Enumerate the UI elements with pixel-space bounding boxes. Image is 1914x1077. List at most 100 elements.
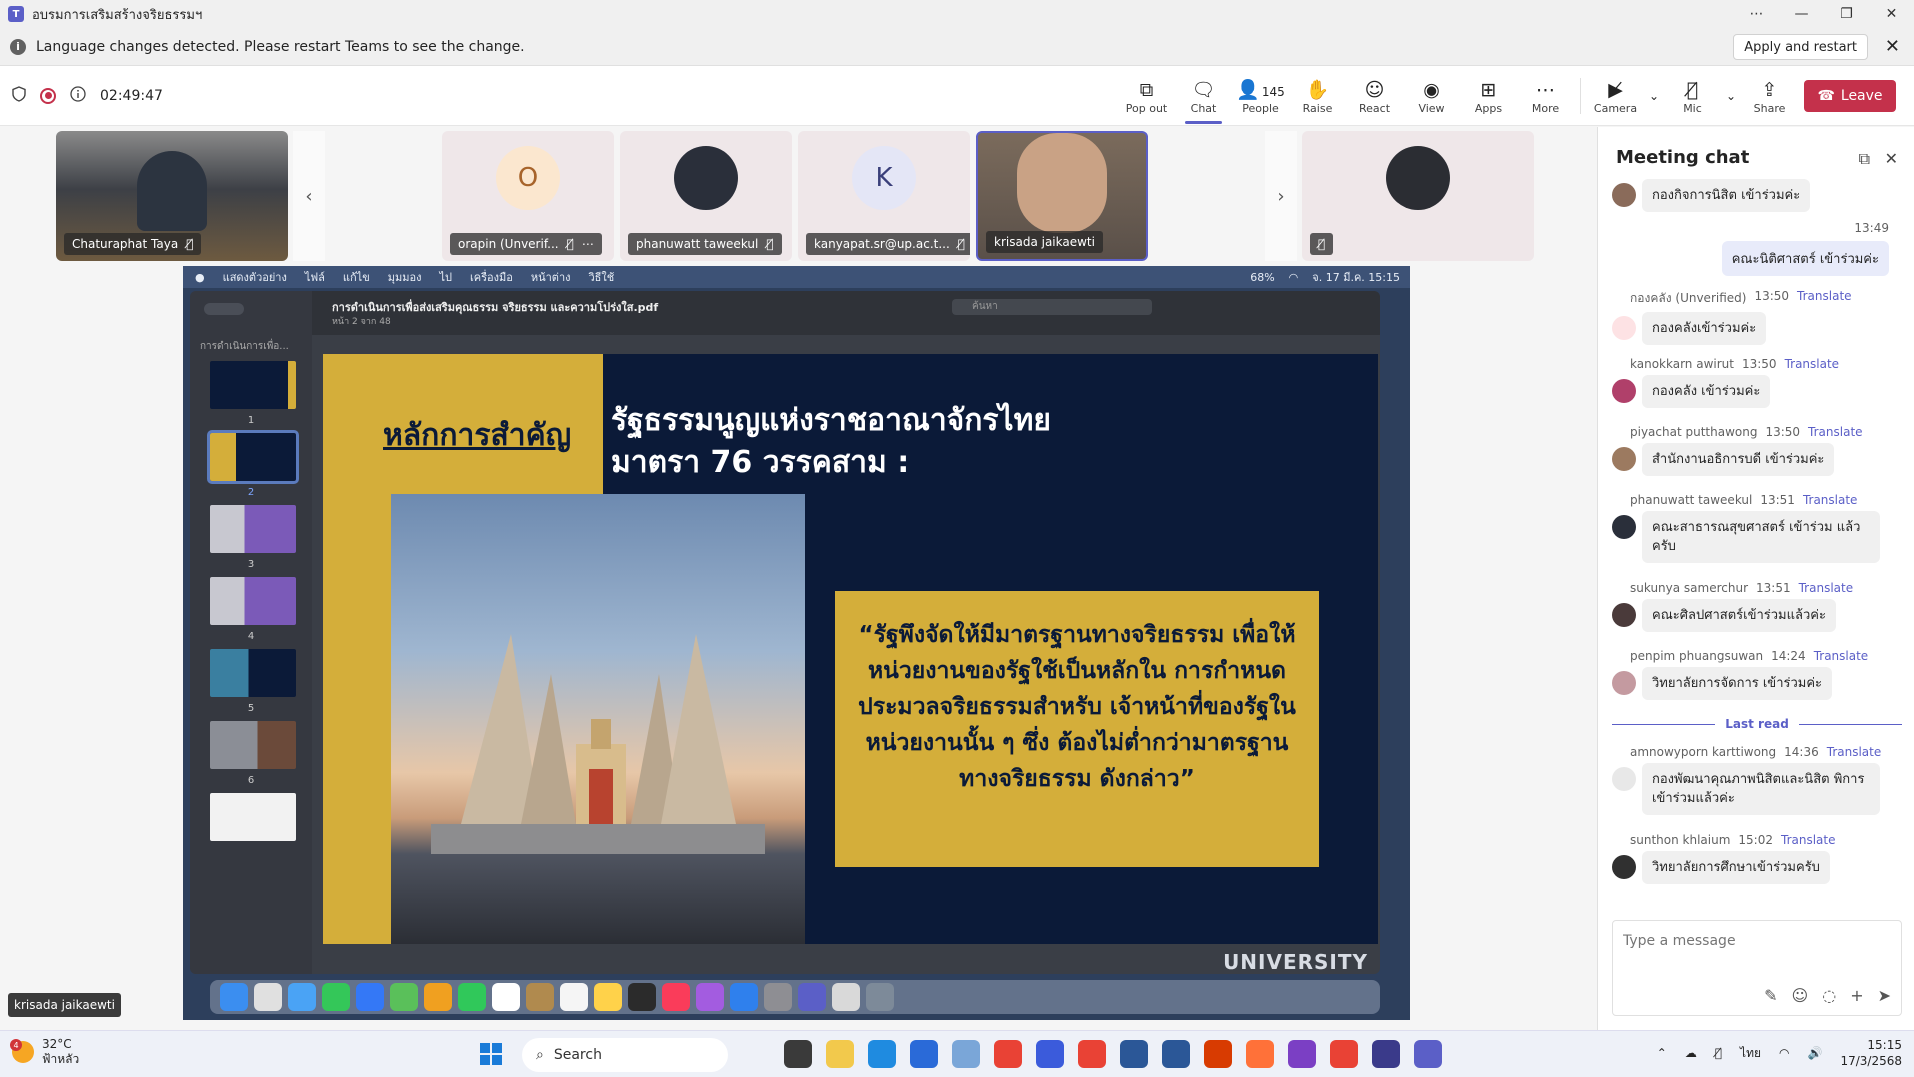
participant-tile[interactable]: O orapin (Unverif... 🎙̸ ⋯ <box>442 131 614 261</box>
participant-tile[interactable]: K kanyapat.sr@up.ac.t... 🎙̸ <box>798 131 970 261</box>
camera-button[interactable]: ▶̸ Camera <box>1587 66 1644 126</box>
participant-avatar: K <box>852 145 916 210</box>
wifi-icon[interactable]: ◠ <box>1779 1046 1789 1060</box>
participant-tile-active[interactable]: krisada jaikaewti <box>976 131 1148 261</box>
chevron-up-icon[interactable]: ⌃ <box>1657 1046 1667 1060</box>
taskbar-search[interactable]: ⌕ Search <box>522 1038 728 1072</box>
video-feed <box>137 150 207 231</box>
close-window-icon[interactable]: ✕ <box>1869 0 1914 28</box>
edge-icon[interactable] <box>868 1040 896 1068</box>
app-icon[interactable] <box>1036 1040 1064 1068</box>
restore-icon[interactable]: ❐ <box>1824 0 1869 28</box>
participant-name-tag: krisada jaikaewti <box>986 231 1103 253</box>
participant-tile[interactable]: 🎙̸ <box>1302 131 1534 261</box>
mac-menu-item: ไฟล์ <box>304 271 325 284</box>
loop-icon[interactable]: ◌ <box>1822 986 1836 1005</box>
weather-widget[interactable]: 4 32°C ฟ้าหลัว <box>10 1037 80 1067</box>
page-thumbnail <box>210 361 296 409</box>
translate-link[interactable]: Translate <box>1797 289 1852 308</box>
visual-studio-icon[interactable] <box>1288 1040 1316 1068</box>
volume-icon[interactable]: 🔊 <box>1808 1046 1823 1060</box>
taskbar-clock[interactable]: 15:15 17/3/2568 <box>1840 1037 1902 1069</box>
page-number: 6 <box>247 775 255 786</box>
raise-hand-button[interactable]: ✋ Raise <box>1289 66 1346 126</box>
send-icon[interactable]: ➤ <box>1878 986 1891 1005</box>
share-button[interactable]: ⇪ Share <box>1741 66 1798 126</box>
firefox-icon[interactable] <box>1246 1040 1274 1068</box>
translate-link[interactable]: Translate <box>1781 833 1836 847</box>
format-icon[interactable]: ✎ <box>1764 986 1777 1005</box>
message-input[interactable] <box>1623 933 1883 949</box>
participants-next-button[interactable]: › <box>1265 131 1297 261</box>
translate-link[interactable]: Translate <box>1814 649 1869 663</box>
view-button[interactable]: ◉ View <box>1403 66 1460 126</box>
apps-button[interactable]: ⊞ Apps <box>1460 66 1517 126</box>
page-thumbnail <box>210 721 296 769</box>
input-language[interactable]: ไทย <box>1740 1044 1761 1063</box>
mic-muted-icon: 🎙̸ <box>766 237 774 251</box>
dismiss-banner-icon[interactable]: ✕ <box>1885 36 1900 57</box>
participant-name-tag: phanuwatt taweekul 🎙̸ <box>628 233 782 255</box>
minimize-icon[interactable]: — <box>1779 0 1824 28</box>
participants-prev-button[interactable]: ‹ <box>293 131 325 261</box>
people-button[interactable]: 👤 145 People <box>1232 66 1289 126</box>
react-button[interactable]: ☺ React <box>1346 66 1403 126</box>
app-icon[interactable] <box>952 1040 980 1068</box>
mic-button[interactable]: 🎙̸ Mic <box>1664 66 1721 126</box>
app-icon[interactable] <box>1120 1040 1148 1068</box>
university-watermark: UNIVERSITY <box>1223 950 1368 974</box>
windows-start-icon[interactable] <box>480 1043 502 1065</box>
taskbar-apps <box>784 1040 1442 1068</box>
apple-icon: ● <box>195 270 205 284</box>
chrome-icon[interactable] <box>1078 1040 1106 1068</box>
camera-options-chevron-icon[interactable]: ⌄ <box>1644 66 1664 126</box>
chat-button[interactable]: 🗨 Chat <box>1175 66 1232 126</box>
sidebar-toggle <box>204 303 244 315</box>
store-icon[interactable] <box>910 1040 938 1068</box>
mac-menu-bar: ● แสดงตัวอย่าง ไฟล์ แก้ไข มุมมอง ไป เครื… <box>183 266 1410 288</box>
info-icon: i <box>10 38 26 55</box>
translate-link[interactable]: Translate <box>1827 745 1882 759</box>
more-options-icon[interactable]: ⋯ <box>1734 0 1779 28</box>
translate-link[interactable]: Translate <box>1785 357 1840 371</box>
windows-taskbar: 4 32°C ฟ้าหลัว ⌕ Search ⌃ ☁ 🎙̸ ไทย ◠ 🔊 15:… <box>0 1030 1914 1077</box>
translate-link[interactable]: Translate <box>1808 425 1863 439</box>
emoji-icon[interactable]: ☺ <box>1792 986 1809 1005</box>
leave-button[interactable]: ☎ Leave <box>1804 80 1896 112</box>
share-icon: ⇪ <box>1761 78 1778 101</box>
meeting-info-icon[interactable] <box>70 85 86 106</box>
app-icon[interactable] <box>1204 1040 1232 1068</box>
shared-screen: ● แสดงตัวอย่าง ไฟล์ แก้ไข มุมมอง ไป เครื… <box>183 266 1410 1020</box>
popout-chat-icon[interactable]: ⧉ <box>1859 149 1870 169</box>
weather-condition: ฟ้าหลัว <box>42 1052 80 1066</box>
participant-tile[interactable]: phanuwatt taweekul 🎙̸ <box>620 131 792 261</box>
recording-icon[interactable] <box>40 87 56 104</box>
mic-muted-tray-icon[interactable]: 🎙̸ <box>1715 1046 1722 1060</box>
chrome-icon[interactable] <box>994 1040 1022 1068</box>
chat-message: sunthon khlaium 15:02 Translate วิทยาลัยกา… <box>1612 833 1902 884</box>
translate-link[interactable]: Translate <box>1803 493 1858 507</box>
more-button[interactable]: ⋯ More <box>1517 66 1574 126</box>
teams-taskbar-icon[interactable] <box>1414 1040 1442 1068</box>
popout-button[interactable]: ⧉ Pop out <box>1118 66 1175 126</box>
task-view-icon[interactable] <box>784 1040 812 1068</box>
mac-menu-item: หน้าต่าง <box>530 271 571 284</box>
mic-options-chevron-icon[interactable]: ⌄ <box>1721 66 1741 126</box>
chrome-icon[interactable] <box>1330 1040 1358 1068</box>
onedrive-icon[interactable]: ☁ <box>1685 1046 1697 1060</box>
app-icon[interactable] <box>1372 1040 1400 1068</box>
more-options-icon[interactable]: ⋯ <box>582 237 594 251</box>
avatar <box>1612 447 1636 471</box>
translate-link[interactable]: Translate <box>1799 581 1854 595</box>
apply-restart-button[interactable]: Apply and restart <box>1733 34 1868 60</box>
close-chat-icon[interactable]: ✕ <box>1885 149 1898 168</box>
shield-icon[interactable] <box>12 85 26 106</box>
participant-tile[interactable]: Chaturaphat Taya 🎙̸ <box>56 131 288 261</box>
meeting-timer: 02:49:47 <box>100 87 163 104</box>
slide-quote: “รัฐพึงจัดให้มีมาตรฐานทางจริยธรรม เพื่อใ… <box>835 591 1319 867</box>
file-explorer-icon[interactable] <box>826 1040 854 1068</box>
democracy-monument-photo <box>391 494 805 944</box>
attach-plus-icon[interactable]: + <box>1850 986 1863 1005</box>
calculator-icon[interactable] <box>1162 1040 1190 1068</box>
appstore-icon <box>730 983 758 1011</box>
